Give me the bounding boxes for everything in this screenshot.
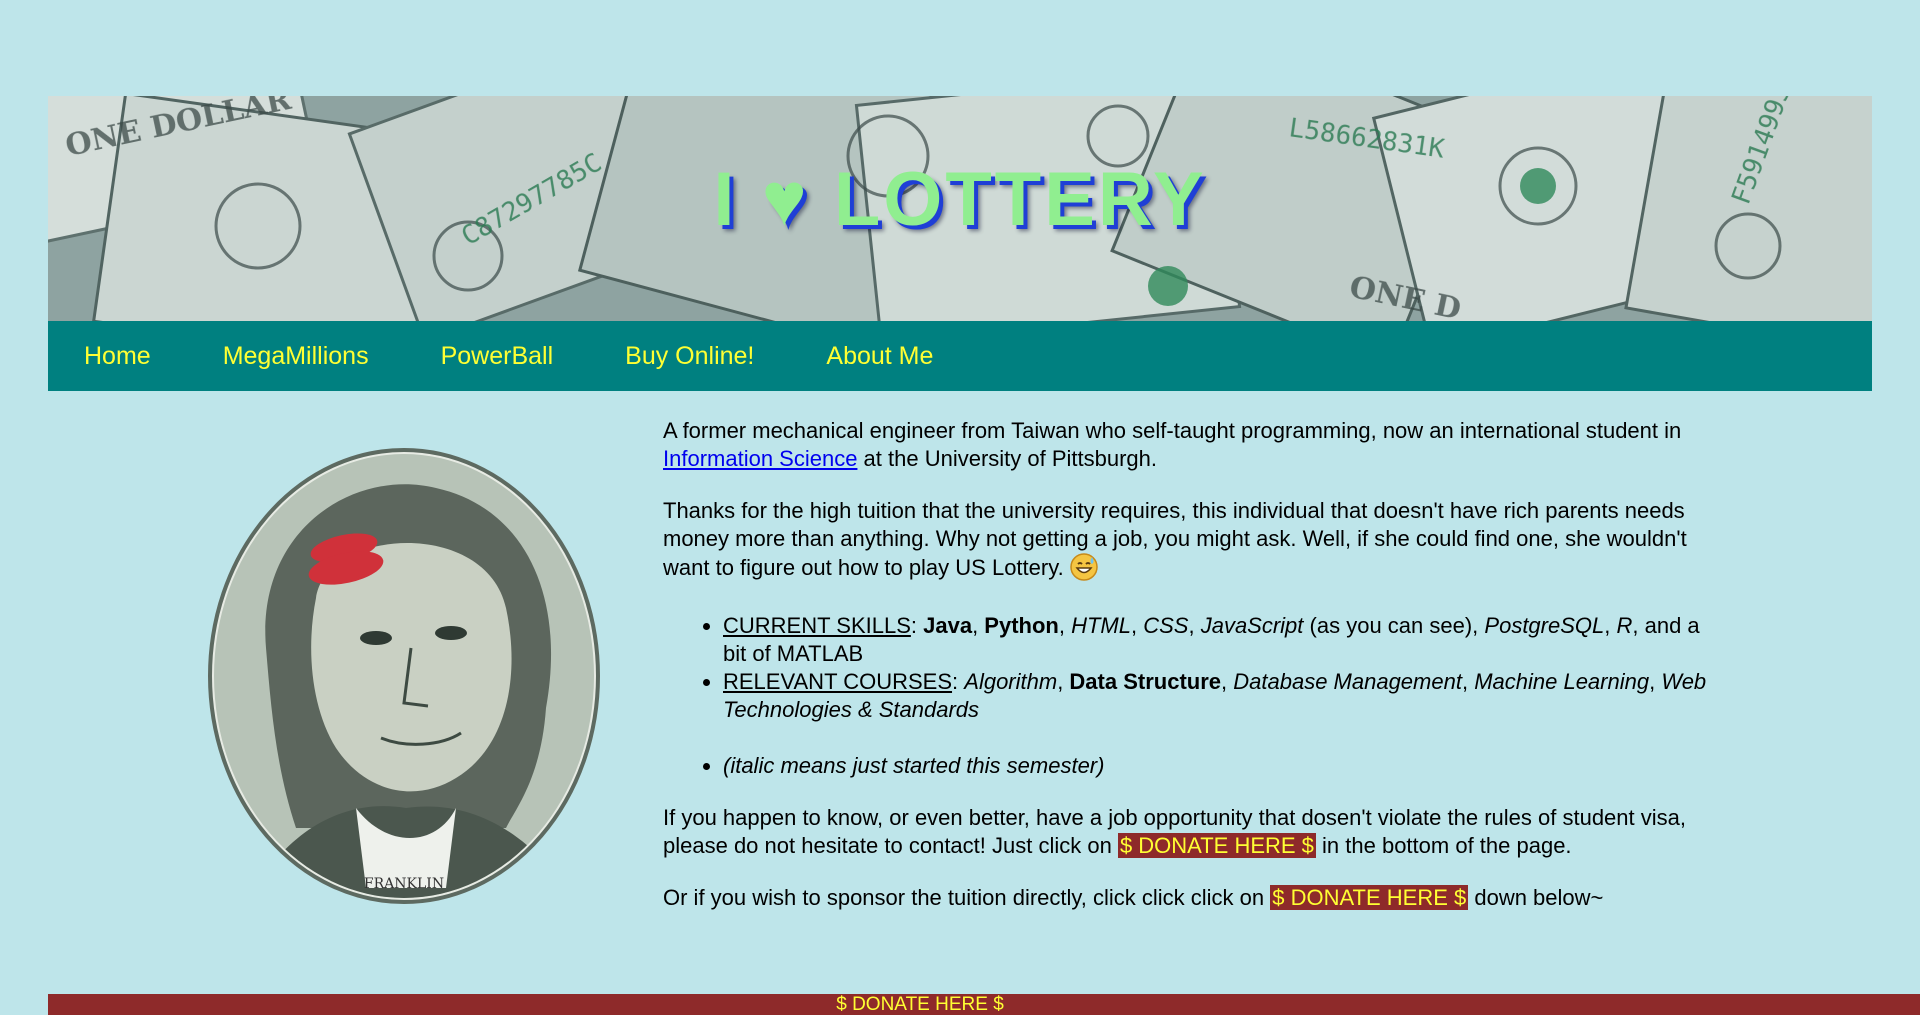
skills-note: (as you can see), bbox=[1303, 613, 1485, 638]
courses-colon: : bbox=[952, 669, 965, 694]
nav-buy-online[interactable]: Buy Online! bbox=[625, 342, 754, 371]
skills-colon: : bbox=[910, 613, 924, 638]
svg-text:FRANKLIN: FRANKLIN bbox=[364, 876, 444, 892]
about-content: A former mechanical engineer from Taiwan… bbox=[663, 417, 1723, 936]
list-item-note: (italic means just started this semester… bbox=[723, 752, 1723, 780]
header-banner: L58662831K C87297785C F59149938F ONE DOL… bbox=[48, 96, 1872, 321]
skills-heading: CURRENT SKILLS bbox=[723, 613, 911, 638]
skill-postgresql: PostgreSQL bbox=[1484, 613, 1605, 638]
sponsor-paragraph: Or if you wish to sponsor the tuition di… bbox=[663, 884, 1723, 912]
contact-paragraph: If you happen to know, or even better, h… bbox=[663, 804, 1723, 860]
intro-paragraph: A former mechanical engineer from Taiwan… bbox=[663, 417, 1723, 473]
skill-r: R bbox=[1616, 613, 1633, 638]
page: L58662831K C87297785C F59149938F ONE DOL… bbox=[0, 0, 1920, 1015]
course-database: Database Management bbox=[1233, 669, 1462, 694]
list-item-skills: CURRENT SKILLS: Java, Python, HTML, CSS,… bbox=[723, 612, 1723, 668]
nav-home[interactable]: Home bbox=[84, 342, 151, 371]
contact-text-end: in the bottom of the page. bbox=[1315, 833, 1572, 858]
italic-note: (italic means just started this semester… bbox=[723, 753, 1105, 778]
skills-list: CURRENT SKILLS: Java, Python, HTML, CSS,… bbox=[663, 612, 1723, 780]
list-item-courses: RELEVANT COURSES: Algorithm, Data Struct… bbox=[723, 668, 1723, 724]
donate-inline-button-2[interactable]: $ DONATE HERE $ bbox=[1270, 885, 1469, 910]
sponsor-text-end: down below~ bbox=[1468, 885, 1604, 910]
intro-text: A former mechanical engineer from Taiwan… bbox=[663, 418, 1682, 443]
nav-about-me[interactable]: About Me bbox=[826, 342, 933, 371]
nav-powerball[interactable]: PowerBall bbox=[441, 342, 554, 371]
course-ml: Machine Learning bbox=[1474, 669, 1650, 694]
tuition-paragraph: Thanks for the high tuition that the uni… bbox=[663, 497, 1723, 588]
tuition-text: Thanks for the high tuition that the uni… bbox=[663, 498, 1687, 580]
skill-java: Java bbox=[923, 613, 973, 638]
course-algorithm: Algorithm bbox=[964, 669, 1058, 694]
donate-inline-button-1[interactable]: $ DONATE HERE $ bbox=[1117, 833, 1316, 858]
donate-footer-label: $ DONATE HERE $ bbox=[836, 994, 1004, 1015]
intro-text-end: at the University of Pittsburgh. bbox=[857, 446, 1158, 471]
donate-footer-button[interactable]: $ DONATE HERE $ bbox=[48, 994, 1920, 1015]
skill-javascript: JavaScript bbox=[1200, 613, 1304, 638]
skill-html: HTML bbox=[1071, 613, 1131, 638]
skill-python: Python bbox=[984, 613, 1059, 638]
courses-heading: RELEVANT COURSES bbox=[723, 669, 953, 694]
main-nav: Home MegaMillions PowerBall Buy Online! … bbox=[48, 321, 1872, 391]
franklin-portrait-image: FRANKLIN bbox=[206, 448, 602, 909]
sponsor-text: Or if you wish to sponsor the tuition di… bbox=[663, 885, 1271, 910]
site-title: I ♥ LOTTERY bbox=[713, 157, 1207, 242]
skill-css: CSS bbox=[1143, 613, 1189, 638]
nav-megamillions[interactable]: MegaMillions bbox=[223, 342, 369, 371]
grinning-sweat-emoji-icon bbox=[1070, 553, 1098, 588]
course-data-structure: Data Structure bbox=[1069, 669, 1222, 694]
information-science-link[interactable]: Information Science bbox=[663, 446, 857, 471]
